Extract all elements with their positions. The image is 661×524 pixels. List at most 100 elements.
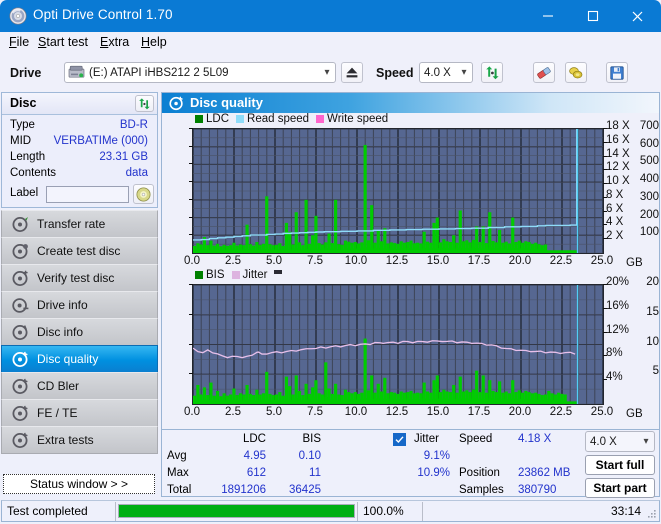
resize-grip-icon[interactable] [647,509,657,519]
y-tick-mark [603,224,607,226]
stats-ldc-total: 1891206 [221,484,266,496]
minimize-button[interactable] [525,0,570,32]
menu-extra[interactable]: Extra [100,35,129,49]
panel-title: Disc quality [190,95,263,110]
sidebar-item-cd-bler[interactable]: CD Bler [1,372,158,400]
disc-fete-icon [8,405,32,422]
sidebar-item-drive-info[interactable]: Drive info [1,291,158,319]
stats-col-ldc: LDC [242,433,266,445]
sidebar-item-label: Extra tests [37,433,94,447]
y-tick-mark [603,141,607,143]
sidebar-item-transfer-rate[interactable]: Transfer rate [1,210,158,238]
y-tick-mark [603,183,607,185]
y-tick-left: 500 [639,155,659,168]
disc-burn-icon [8,243,32,260]
y-tick-right: 2 X [606,230,624,243]
ldc-plot-area [192,128,604,254]
bitsetting-button[interactable] [565,62,587,83]
y-tick-left: 100 [639,226,659,239]
x-tick: 12.5 [385,406,409,418]
x-tick: 22.5 [549,406,573,418]
status-window-button[interactable]: Status window > > [3,474,155,494]
disc-verify-icon [8,270,32,287]
y-tick-mark [189,198,193,200]
maximize-button[interactable] [570,0,615,32]
menu-help[interactable]: Help [141,35,167,49]
y-tick-right: 4 X [606,216,624,229]
sidebar-item-verify-test-disc[interactable]: Verify test disc [1,264,158,292]
test-speed-select[interactable]: 4.0 X ▾ [585,431,655,452]
disc-refresh-button[interactable] [135,95,154,112]
legend-label-read-speed: Read speed [247,113,310,125]
y-tick-right: 8 X [606,188,624,201]
sidebar-item-create-test-disc[interactable]: Create test disc [1,237,158,265]
sidebar-item-label: Create test disc [37,244,121,258]
sidebar-item-disc-info[interactable]: Disc info [1,318,158,346]
stats-row-avg: Avg [167,450,187,462]
title-bar: Opti Drive Control 1.70 [0,0,661,32]
erase-button[interactable] [533,62,555,83]
disc-mid-value: VERBATIMe (000) [53,135,148,147]
disc-mid-label: MID [10,135,32,147]
ldc-chart: LDC Read speed Write speed 700 600 500 400 3… [162,113,659,271]
sidebar-item-disc-quality[interactable]: Disc quality [1,345,158,373]
eraser-icon [537,66,551,79]
x-tick: 2.5 [225,255,241,267]
main-panel: Disc quality LDC Read speed Write speed … [161,92,660,498]
y-tick-mark [603,379,607,381]
bis-jitter-chart: BIS Jitter 20 15 10 5 20% 16% 12% 8% 4% 0.0 2.5 5… [162,269,659,429]
speed-label: Speed [376,66,414,80]
x-tick: 17.5 [467,406,491,418]
disc-quality-icon [169,96,183,111]
y-tick-mark [189,234,193,236]
y-tick-mark [603,128,607,129]
coins-icon [569,66,583,78]
start-part-button[interactable]: Start part [585,478,655,498]
stats-bis-avg: 0.10 [298,450,321,462]
save-button[interactable] [606,62,628,83]
menu-start-test[interactable]: Start test [38,35,88,49]
close-button[interactable] [615,0,660,32]
disc-contents-label: Contents [10,167,57,179]
status-divider-3 [422,502,423,521]
minimize-icon [542,15,553,17]
sidebar: Disc Type BD-R MID VERBATIMe (000) Lengt… [1,92,159,497]
disc-label-input[interactable] [46,186,129,203]
drive-select[interactable]: (E:) ATAPI iHBS212 2 5L09 ▾ [64,62,336,83]
position-value: 23862 MB [518,467,571,479]
sidebar-item-extra-tests[interactable]: Extra tests [1,426,158,454]
window-title: Opti Drive Control 1.70 [33,7,173,22]
legend-label-bis: BIS [206,269,225,281]
sidebar-item-fe-te[interactable]: FE / TE [1,399,158,427]
y-tick-mark [189,181,193,183]
jitter-avg: 9.1% [423,450,450,462]
x-tick: 25.0 [590,406,614,418]
disc-quality-icon [8,351,32,368]
disc-label-button[interactable] [133,184,154,204]
y-tick-mark [189,343,193,345]
drive-label: Drive [10,66,42,80]
jitter-checkbox[interactable] [393,433,406,446]
progress-percent: 100.0% [363,504,404,518]
x-tick: 2.5 [225,406,241,418]
eject-button[interactable] [341,62,363,83]
refresh-icon [485,65,499,79]
samples-label: Samples [459,484,504,496]
legend-swatch-extra [274,270,283,274]
y-tick-mark [603,196,607,198]
refresh-button[interactable] [481,62,503,83]
y-tick-right: 12% [606,323,630,336]
y-tick-mark [189,284,193,285]
speed-result-label: Speed [459,433,493,445]
speed-select[interactable]: 4.0 X ▾ [419,62,473,83]
y-tick-mark [603,169,607,171]
y-tick-left: 15 [646,305,659,318]
disc-length-value: 23.31 GB [99,151,148,163]
y-tick-left: 5 [652,365,659,378]
start-full-button[interactable]: Start full [585,455,655,475]
menu-file[interactable]: File [9,35,29,49]
legend-label-write-speed: Write speed [327,113,389,125]
stats-ldc-max: 612 [246,467,266,479]
bis-jitter-plot-area [192,284,604,405]
floppy-save-icon [610,65,624,80]
